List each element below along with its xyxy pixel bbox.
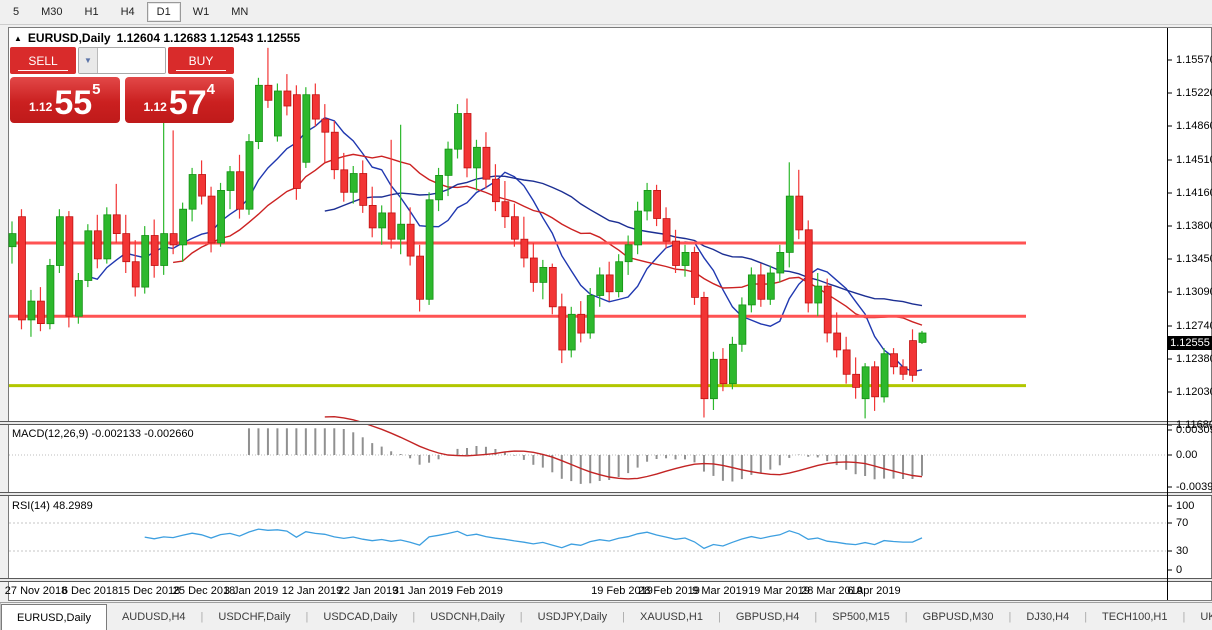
- sell-price-prefix: 1.12: [28, 100, 53, 114]
- axis-label: 1.14160: [1176, 187, 1212, 199]
- axis-label: -0.003947: [1176, 481, 1212, 493]
- trading-app-window: 5 M30 H1 H4 D1 W1 MN ▲ EURUSD,Daily 1.12604 1.…: [0, 0, 1212, 630]
- buy-button[interactable]: BUY: [168, 47, 234, 74]
- chart-tab-sp500[interactable]: SP500,M15: [817, 603, 904, 630]
- chart-tab-eurusd[interactable]: EURUSD,Daily: [1, 604, 107, 630]
- chart-tab-usdjpy[interactable]: USDJPY,Daily: [523, 603, 623, 630]
- buy-button-label: BUY: [188, 53, 214, 68]
- chart-tab-usdcnh[interactable]: USDCNH,Daily: [415, 603, 520, 630]
- chart-tab-gbpusd[interactable]: GBPUSD,M30: [908, 603, 1009, 630]
- date-axis-label: 9 Mar 2019: [692, 585, 748, 597]
- sell-price-pip: 5: [92, 81, 101, 98]
- price-axis-separator: [1167, 28, 1168, 600]
- symbol-tab-bar: EURUSD,Daily AUDUSD,H4 | USDCHF,Daily | USDCA…: [0, 602, 1212, 630]
- chart-title: ▲ EURUSD,Daily 1.12604 1.12683 1.12543 1…: [14, 31, 300, 45]
- axis-label: 1.15570: [1176, 54, 1212, 66]
- volume-stepper: ▼ ▲: [78, 47, 166, 74]
- chart-tab-dj30[interactable]: DJ30,H4: [1011, 603, 1084, 630]
- rsi-dates-splitter[interactable]: [0, 578, 1212, 582]
- date-axis-label: 22 Jan 2019: [337, 585, 399, 597]
- date-axis-label: 28 Feb 2019: [638, 585, 700, 597]
- volume-input[interactable]: [98, 48, 165, 73]
- date-axis-label: 27 Nov 2018: [4, 585, 68, 597]
- sell-button[interactable]: SELL: [10, 47, 76, 74]
- buy-price-tile[interactable]: 1.12 57 4: [124, 77, 234, 123]
- date-axis-label: 31 Jan 2019: [392, 585, 454, 597]
- axis-label: 1.15220: [1176, 87, 1212, 99]
- axis-label: 1.13090: [1176, 286, 1212, 298]
- axis-label: 0.00: [1176, 449, 1198, 461]
- rsi-line: [144, 528, 923, 550]
- chart-tab-usdcad[interactable]: USDCAD,Daily: [308, 603, 412, 630]
- chart-tab-audusd[interactable]: AUDUSD,H4: [107, 603, 201, 630]
- axis-label: 1.13800: [1176, 220, 1212, 232]
- axis-label: 1.14510: [1176, 154, 1212, 166]
- axis-label: 30: [1176, 545, 1189, 557]
- buy-price-main: 57: [168, 84, 207, 123]
- macd-signal-line: [324, 415, 923, 480]
- axis-label: 100: [1176, 500, 1195, 512]
- date-axis-label: 12 Jan 2019: [281, 585, 343, 597]
- chart-tab-tech100[interactable]: TECH100,H1: [1087, 603, 1182, 630]
- date-axis-label: 6 Dec 2018: [61, 585, 119, 597]
- date-axis-label: 6 Apr 2019: [847, 585, 901, 597]
- axis-label: 1.14860: [1176, 120, 1212, 132]
- ohlc-values: 1.12604 1.12683 1.12543 1.12555: [116, 31, 301, 45]
- chart-tab-usdchf[interactable]: USDCHF,Daily: [203, 603, 305, 630]
- main-macd-splitter[interactable]: [0, 421, 1212, 425]
- rsi-indicator-label: RSI(14) 48.2989: [12, 500, 93, 512]
- axis-label: 1.12030: [1176, 386, 1212, 398]
- axis-label: 1.12380: [1176, 353, 1212, 365]
- current-price-badge: 1.12555: [1168, 336, 1212, 350]
- axis-label: 70: [1176, 517, 1189, 529]
- axis-label: 0: [1176, 564, 1183, 576]
- chart-tab-xauusd[interactable]: XAUUSD,H1: [625, 603, 718, 630]
- chart-tab-uko[interactable]: UKO: [1185, 603, 1212, 630]
- axis-label: 1.13450: [1176, 253, 1212, 265]
- date-axis-label: 9 Feb 2019: [447, 585, 503, 597]
- collapse-triangle-icon[interactable]: ▲: [14, 34, 22, 43]
- buy-price-pip: 4: [206, 81, 216, 98]
- macd-indicator-label: MACD(12,26,9) -0.002133 -0.002660: [12, 428, 194, 440]
- axis-label: 1.12740: [1176, 320, 1212, 332]
- sell-price-tile[interactable]: 1.12 55 5: [10, 77, 120, 123]
- date-axis-label: 15 Dec 2018: [117, 585, 181, 597]
- sell-button-label: SELL: [28, 53, 58, 68]
- buy-price-prefix: 1.12: [143, 100, 167, 114]
- date-axis-label: 3 Jan 2019: [223, 585, 279, 597]
- moving-average-line-9: [87, 116, 923, 373]
- sell-price-main: 55: [54, 84, 93, 123]
- symbol-label: EURUSD,Daily: [27, 31, 111, 45]
- macd-rsi-splitter[interactable]: [0, 492, 1212, 496]
- chart-tab-gbpusd[interactable]: GBPUSD,H4: [721, 603, 815, 630]
- axis-label: 0.003095: [1176, 424, 1212, 436]
- volume-decrease-icon[interactable]: ▼: [79, 48, 98, 73]
- one-click-trading-panel: SELL ▼ ▲ BUY 1.12 55 5 1.12 57 4: [10, 47, 234, 123]
